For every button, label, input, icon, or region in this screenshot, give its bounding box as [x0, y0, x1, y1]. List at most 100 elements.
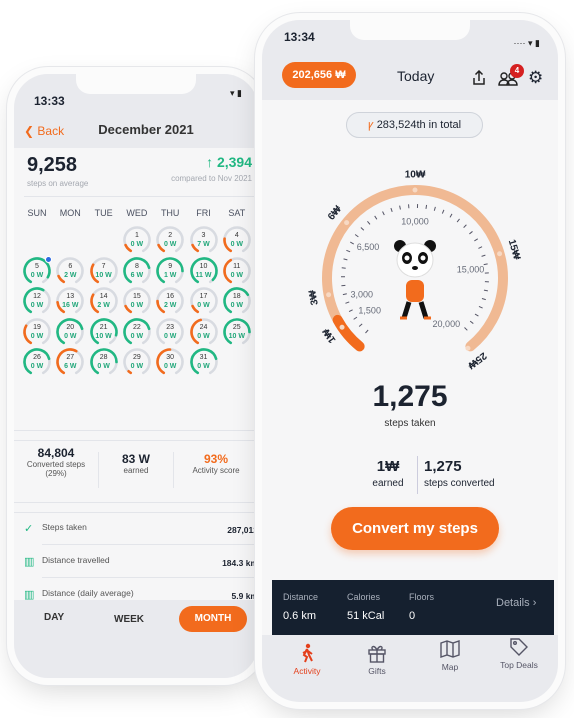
divider: [42, 544, 258, 545]
calendar-day[interactable]: 50 W: [22, 255, 52, 286]
converted-value: 84,804: [37, 446, 75, 460]
gauge-tick: [478, 306, 483, 309]
calendar-day[interactable]: 26 0 W: [22, 347, 52, 377]
gauge-tick: [365, 329, 369, 334]
calendar-day[interactable]: 22 0 W: [122, 317, 152, 347]
tab-gifts[interactable]: Gifts: [342, 643, 412, 676]
earned-label: earned: [123, 466, 149, 475]
earned-value: 83 W: [121, 452, 150, 466]
day-reward: 0 W: [197, 363, 210, 370]
day-reward: 0 W: [30, 271, 44, 279]
share-icon[interactable]: [472, 69, 486, 91]
calendar-day[interactable]: 11 0 W: [222, 256, 252, 286]
gauge-tick: [390, 207, 393, 212]
panda-mascot: [392, 238, 438, 328]
calendar-day[interactable]: 29 0 W: [122, 347, 152, 377]
calendar-day[interactable]: 40 W: [222, 225, 252, 255]
convert-steps-button[interactable]: Convert my steps: [331, 507, 499, 550]
calendar-day[interactable]: 20 0 W: [55, 317, 85, 347]
gauge-tick: [481, 254, 486, 257]
calendar-day[interactable]: 17 0 W: [189, 286, 219, 316]
calendar-day[interactable]: 16 2 W: [155, 286, 185, 316]
gauge-step-label: 15,000: [457, 265, 485, 275]
calendar-day[interactable]: 12 0 W: [22, 286, 52, 316]
calendar-day[interactable]: 14 2 W: [89, 286, 119, 316]
gauge-tick: [382, 211, 385, 216]
converted-note: (29%): [45, 469, 67, 478]
day-number: 18: [232, 293, 241, 300]
calendar-day[interactable]: 19 0 W: [22, 317, 52, 347]
weekday-label: SUN: [27, 208, 47, 218]
rank-text: 283,524th in total: [376, 119, 462, 131]
day-tab[interactable]: DAY: [44, 612, 64, 623]
calendar-day[interactable]: 25 10 W: [222, 317, 252, 347]
gauge-tick: [456, 218, 460, 223]
calendar-day[interactable]: 86 W: [122, 256, 152, 286]
converted-label: Converted steps: [26, 460, 86, 469]
status-icons: ···· ▾ ▮: [513, 38, 540, 48]
calendar-day[interactable]: 13 16 W: [55, 286, 85, 316]
week-tab[interactable]: WEEK: [114, 614, 144, 625]
day-reward: 2 W: [97, 302, 110, 309]
day-number: 30: [166, 354, 175, 361]
day-number: 2: [168, 232, 173, 239]
month-tab[interactable]: MONTH: [179, 606, 247, 632]
calendar-day[interactable]: 10 W: [122, 225, 152, 255]
settings-icon[interactable]: ⚙: [528, 69, 543, 86]
divider: [14, 512, 258, 513]
calendar-day[interactable]: 15 0 W: [122, 286, 152, 316]
stat-value: 184.3 km: [222, 558, 258, 568]
gauge-marker: [326, 292, 332, 298]
calendar-day[interactable]: 91 W: [155, 256, 185, 286]
gauge-tick: [341, 267, 346, 269]
calendar-day[interactable]: 23 0 W: [155, 317, 185, 347]
day-reward: 0 W: [130, 302, 144, 309]
calendar-day[interactable]: 24 0 W: [189, 317, 219, 347]
day-reward: 16 W: [62, 302, 79, 309]
day-reward: 7 W: [197, 241, 210, 248]
calendar-day[interactable]: 31 0 W: [189, 347, 219, 377]
gauge-tick: [345, 301, 350, 304]
rank-pill[interactable]: ꝩ 283,524th in total: [346, 112, 483, 138]
day-number: 9: [168, 262, 173, 270]
status-icons: ▾ ▮: [230, 88, 242, 98]
day-reward: 0 W: [130, 332, 144, 340]
balance-pill[interactable]: 202,656 ₩: [282, 62, 356, 88]
calendar-day[interactable]: 20 W: [155, 225, 185, 255]
notch: [350, 20, 470, 40]
tab-top-deals[interactable]: Top Deals: [484, 637, 554, 670]
tab-map[interactable]: Map: [415, 639, 485, 672]
weekday-label: FRI: [196, 208, 211, 218]
calendar-day[interactable]: 62 W: [55, 256, 85, 286]
page-title: Today: [397, 68, 435, 84]
converted-block: 1,275 steps converted: [424, 458, 496, 489]
back-button[interactable]: ❮ Back: [24, 124, 64, 138]
gauge-tick: [358, 323, 363, 327]
details-link[interactable]: Details ›: [496, 597, 536, 609]
day-reward: 0 W: [163, 332, 177, 340]
calendar-day[interactable]: 27 6 W: [55, 347, 85, 377]
gauge-reward-label: 1₩: [321, 326, 339, 345]
day-reward: 6 W: [130, 271, 144, 279]
score-value: 93%: [203, 452, 229, 466]
notification-badge: 4: [510, 64, 524, 78]
calendar-day[interactable]: 7 10 W: [89, 256, 119, 286]
avg-steps: 9,258: [27, 154, 78, 176]
calendar-day[interactable]: 30 0 W: [155, 347, 185, 377]
today-phone: 13:34 ···· ▾ ▮ 202,656 ₩ Today 4 ⚙ ꝩ 283…: [262, 20, 558, 702]
tab-activity[interactable]: Activity: [272, 643, 342, 676]
calendar-day[interactable]: 18 0 W: [222, 286, 252, 316]
gauge-tick: [464, 327, 468, 331]
gauge-tick: [343, 258, 348, 261]
day-reward: 10 W: [95, 332, 112, 340]
weekday-label: MON: [59, 208, 81, 218]
calendar-day[interactable]: 28 0 W: [89, 347, 119, 377]
floors-label: Floors: [409, 592, 435, 602]
gauge-tick: [360, 227, 365, 231]
calendar-day[interactable]: 10 11 W: [189, 256, 219, 286]
calendar-day[interactable]: 21 10 W: [89, 317, 119, 347]
day-number: 13: [66, 293, 75, 300]
day-reward: 0 W: [64, 332, 77, 340]
calendar-day[interactable]: 37 W: [189, 225, 219, 255]
day-number: 5: [35, 262, 39, 270]
